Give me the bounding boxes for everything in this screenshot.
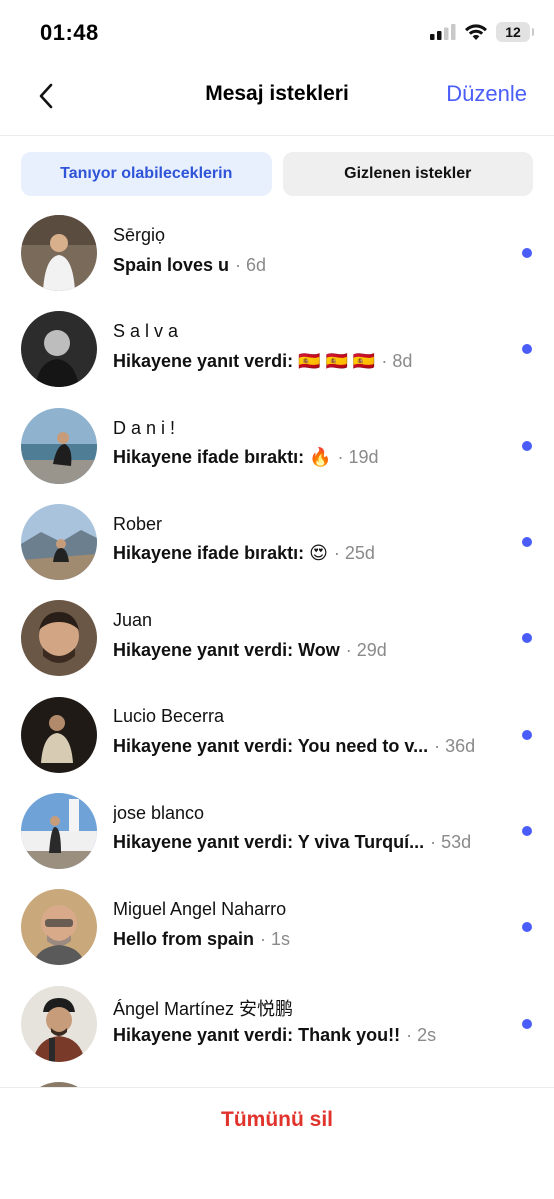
list-item[interactable]: Lucio Becerra Hikayene yanıt verdi: You … bbox=[0, 686, 554, 782]
list-item[interactable]: Ángel Martínez 安悦鹏 Hikayene yanıt verdi:… bbox=[0, 975, 554, 1071]
bottom-bar: Tümünü sil bbox=[0, 1087, 554, 1199]
message-preview: Hikayene yanıt verdi: Wow bbox=[113, 639, 340, 660]
unread-indicator bbox=[522, 633, 532, 644]
list-item-text: Rober Hikayene ifade bıraktı: 😍 · 25d bbox=[113, 514, 502, 567]
message-preview-line: Hikayene yanıt verdi: 🇪🇸 🇪🇸 🇪🇸 · 8d bbox=[113, 348, 502, 374]
request-tabs: Tanıyor olabileceklerin Gizlenen istekle… bbox=[21, 152, 533, 196]
unread-indicator bbox=[522, 1018, 532, 1029]
list-item[interactable]: Rober Hikayene ifade bıraktı: 😍 · 25d bbox=[0, 494, 554, 590]
avatar bbox=[21, 600, 97, 677]
message-time: · 6d bbox=[235, 254, 267, 275]
message-preview-line: Hikayene yanıt verdi: Wow · 29d bbox=[113, 637, 502, 663]
message-request-list: Sērgiọ Spain loves u · 6d S a l v a Hika… bbox=[0, 205, 554, 1072]
message-preview-line: Hikayene ifade bıraktı: 😍 · 25d bbox=[113, 541, 502, 567]
sender-name: Miguel Angel Naharro bbox=[113, 899, 287, 920]
avatar bbox=[21, 215, 97, 292]
unread-indicator bbox=[522, 248, 532, 259]
sender-name: Rober bbox=[113, 513, 163, 534]
list-item-text: S a l v a Hikayene yanıt verdi: 🇪🇸 🇪🇸 🇪🇸… bbox=[113, 321, 502, 374]
sender-name: jose blanco bbox=[113, 802, 205, 823]
message-preview-line: Hikayene yanıt verdi: Thank you!! · 2s bbox=[113, 1022, 502, 1048]
cellular-signal-icon bbox=[430, 24, 456, 40]
unread-indicator bbox=[522, 922, 532, 933]
wifi-icon bbox=[465, 24, 487, 40]
unread-indicator bbox=[522, 344, 532, 355]
status-icons: 12 bbox=[430, 22, 534, 42]
list-item[interactable]: Juan Hikayene yanıt verdi: Wow · 29d bbox=[0, 590, 554, 686]
unread-indicator bbox=[522, 825, 532, 836]
avatar bbox=[21, 985, 97, 1062]
avatar bbox=[21, 696, 97, 773]
unread-indicator bbox=[522, 729, 532, 740]
message-preview: Hikayene yanıt verdi: Y viva Turquí... bbox=[113, 832, 425, 853]
list-item-text: jose blanco Hikayene yanıt verdi: Y viva… bbox=[113, 803, 502, 856]
list-item-text: Sērgiọ Spain loves u · 6d bbox=[113, 225, 502, 278]
message-time: · 29d bbox=[345, 639, 387, 660]
message-preview: Hikayene yanıt verdi: Thank you!! bbox=[113, 1024, 401, 1045]
message-time: · 53d bbox=[430, 832, 472, 853]
sender-name: S a l v a bbox=[113, 321, 179, 342]
avatar bbox=[21, 407, 97, 484]
avatar bbox=[21, 792, 97, 869]
status-bar: 01:48 12 bbox=[0, 0, 554, 64]
unread-indicator bbox=[522, 440, 532, 451]
sender-name: Sērgiọ bbox=[113, 225, 166, 245]
message-preview: Hello from spain bbox=[113, 928, 255, 949]
message-preview: Spain loves u bbox=[113, 254, 230, 275]
delete-all-button[interactable]: Tümünü sil bbox=[0, 1108, 554, 1132]
message-preview: Hikayene yanıt verdi: 🇪🇸 🇪🇸 🇪🇸 bbox=[113, 350, 376, 371]
list-item-text: Lucio Becerra Hikayene yanıt verdi: You … bbox=[113, 706, 502, 759]
unread-indicator bbox=[522, 537, 532, 548]
list-item[interactable]: S a l v a Hikayene yanıt verdi: 🇪🇸 🇪🇸 🇪🇸… bbox=[0, 301, 554, 397]
message-preview-line: Hello from spain · 1s bbox=[113, 926, 502, 952]
message-time: · 1s bbox=[260, 928, 291, 949]
message-preview-line: Spain loves u · 6d bbox=[113, 252, 502, 278]
tab-people-you-may-know[interactable]: Tanıyor olabileceklerin bbox=[21, 152, 272, 196]
list-item-text: D a n i ! Hikayene ifade bıraktı: 🔥 · 19… bbox=[113, 418, 502, 471]
message-preview-line: Hikayene ifade bıraktı: 🔥 · 19d bbox=[113, 445, 502, 471]
message-time: · 19d bbox=[337, 447, 379, 468]
message-preview-line: Hikayene yanıt verdi: Y viva Turquí... ·… bbox=[113, 830, 502, 856]
edit-button[interactable]: Düzenle bbox=[446, 81, 527, 107]
sender-name: Juan bbox=[113, 610, 153, 631]
list-item[interactable]: D a n i ! Hikayene ifade bıraktı: 🔥 · 19… bbox=[0, 398, 554, 494]
avatar bbox=[21, 311, 97, 388]
status-time: 01:48 bbox=[40, 20, 99, 45]
navigation-bar: Mesaj istekleri Düzenle bbox=[0, 64, 554, 136]
sender-name: D a n i ! bbox=[113, 417, 176, 438]
message-preview: Hikayene ifade bıraktı: 🔥 bbox=[113, 447, 332, 468]
list-item-text: Juan Hikayene yanıt verdi: Wow · 29d bbox=[113, 610, 502, 663]
list-item[interactable]: Miguel Angel Naharro Hello from spain · … bbox=[0, 879, 554, 975]
avatar bbox=[21, 889, 97, 966]
list-item-text: Ángel Martínez 安悦鹏 Hikayene yanıt verdi:… bbox=[113, 995, 502, 1048]
message-time: · 8d bbox=[381, 350, 413, 371]
message-preview: Hikayene yanıt verdi: You need to v... bbox=[113, 735, 429, 756]
message-time: · 25d bbox=[333, 543, 375, 564]
sender-name: Lucio Becerra bbox=[113, 706, 225, 727]
tab-hidden-requests[interactable]: Gizlenen istekler bbox=[282, 152, 533, 196]
message-time: · 2s bbox=[406, 1024, 437, 1045]
list-item[interactable]: Sērgiọ Spain loves u · 6d bbox=[0, 205, 554, 301]
list-item[interactable]: jose blanco Hikayene yanıt verdi: Y viva… bbox=[0, 783, 554, 879]
message-preview-line: Hikayene yanıt verdi: You need to v... ·… bbox=[113, 733, 502, 759]
message-preview: Hikayene ifade bıraktı: 😍 bbox=[113, 543, 328, 564]
message-time: · 36d bbox=[434, 735, 476, 756]
sender-name: Ángel Martínez 安悦鹏 bbox=[113, 999, 294, 1020]
avatar bbox=[21, 504, 97, 581]
list-item-text: Miguel Angel Naharro Hello from spain · … bbox=[113, 899, 502, 952]
battery-icon: 12 bbox=[496, 22, 534, 42]
